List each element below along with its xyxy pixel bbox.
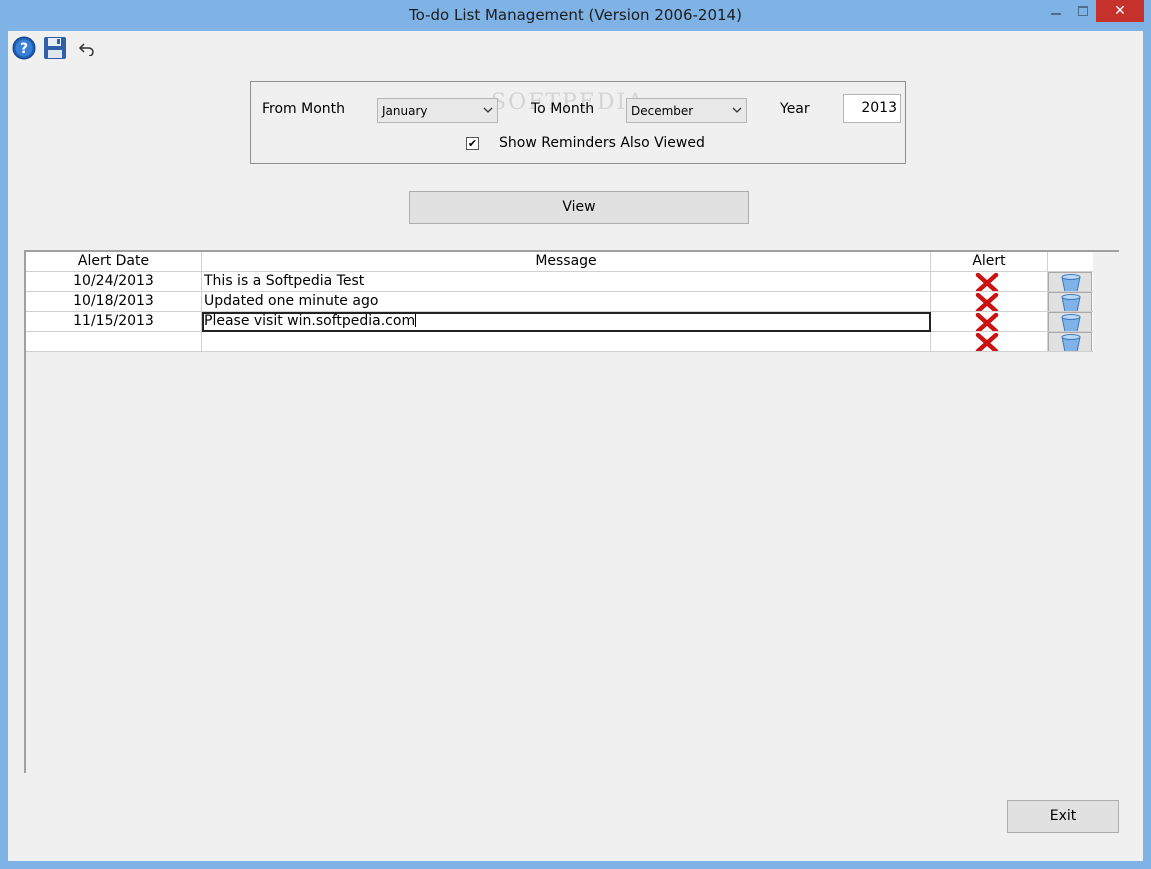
message-cell[interactable]: This is a Softpedia Test (202, 272, 931, 292)
delete-cell (1048, 312, 1093, 332)
close-button[interactable]: ✕ (1096, 0, 1144, 22)
minimize-button[interactable] (1043, 0, 1069, 22)
grid-header: Alert Date Message Alert (26, 252, 1093, 272)
bucket-icon (1061, 334, 1081, 351)
alert-x-icon[interactable] (975, 273, 999, 292)
from-month-label: From Month (262, 101, 346, 117)
year-input[interactable]: 2013 (843, 94, 901, 123)
app-window: To-do List Management (Version 2006-2014… (0, 0, 1151, 869)
alert-x-icon[interactable] (975, 333, 999, 352)
maximize-icon (1077, 6, 1088, 16)
message-text: Please visit win.softpedia.com (204, 313, 416, 329)
to-month-label: To Month (531, 101, 595, 117)
undo-icon[interactable] (78, 40, 96, 56)
show-reminders-label: Show Reminders Also Viewed (499, 135, 705, 151)
chevron-down-icon (732, 107, 742, 113)
delete-cell (1048, 332, 1093, 352)
alert-x-icon[interactable] (975, 293, 999, 312)
bucket-icon (1061, 314, 1081, 331)
message-cell[interactable]: Updated one minute ago (202, 292, 931, 312)
title-bar[interactable]: To-do List Management (Version 2006-2014… (0, 0, 1151, 31)
delete-cell (1048, 272, 1093, 292)
table-row[interactable]: 10/24/2013 This is a Softpedia Test (26, 272, 1093, 292)
close-icon: ✕ (1114, 3, 1126, 19)
delete-cell (1048, 292, 1093, 312)
column-header-alert[interactable]: Alert (931, 252, 1048, 272)
bucket-icon (1061, 274, 1081, 291)
alert-date-cell[interactable]: 10/18/2013 (26, 292, 202, 312)
from-month-value: January (382, 104, 428, 118)
from-month-select[interactable]: January (377, 98, 498, 123)
view-button[interactable]: View (409, 191, 749, 224)
maximize-button[interactable] (1069, 0, 1096, 22)
table-row[interactable]: 11/15/2013 Please visit win.softpedia.co… (26, 312, 1093, 332)
column-header-delete (1048, 252, 1093, 272)
alert-date-cell[interactable]: 10/24/2013 (26, 272, 202, 292)
chevron-down-icon (483, 107, 493, 113)
minimize-icon (1051, 13, 1061, 15)
column-header-alert-date[interactable]: Alert Date (26, 252, 202, 272)
alert-cell[interactable] (931, 312, 1048, 332)
column-header-message[interactable]: Message (202, 252, 931, 272)
filter-panel: SOFTPEDIA From Month January To Month De… (250, 81, 906, 164)
alert-date-cell[interactable] (26, 332, 202, 352)
to-month-select[interactable]: December (626, 98, 747, 123)
save-icon[interactable] (43, 36, 67, 60)
delete-button[interactable] (1048, 272, 1092, 291)
to-month-value: December (631, 104, 694, 118)
window-title: To-do List Management (Version 2006-2014… (409, 6, 742, 24)
delete-button[interactable] (1048, 292, 1092, 311)
message-cell-editing[interactable]: Please visit win.softpedia.com (202, 312, 931, 332)
reminders-grid: Alert Date Message Alert 10/24/2013 This… (24, 250, 1119, 773)
bucket-icon (1061, 294, 1081, 311)
year-label: Year (780, 101, 810, 117)
main-panel: ? SOFTPEDIA From Month January To Month … (8, 31, 1143, 861)
table-row[interactable]: 10/18/2013 Updated one minute ago (26, 292, 1093, 312)
alert-cell[interactable] (931, 292, 1048, 312)
alert-date-cell[interactable]: 11/15/2013 (26, 312, 202, 332)
help-icon[interactable]: ? (12, 36, 36, 60)
exit-button[interactable]: Exit (1007, 800, 1119, 833)
text-caret (415, 312, 417, 327)
delete-button[interactable] (1048, 332, 1092, 351)
alert-cell[interactable] (931, 272, 1048, 292)
delete-button[interactable] (1048, 312, 1092, 331)
show-reminders-checkbox[interactable]: ✔ (466, 137, 479, 150)
table-row[interactable] (26, 332, 1093, 352)
alert-x-icon[interactable] (975, 313, 999, 332)
message-cell[interactable] (202, 332, 931, 352)
svg-text:?: ? (20, 41, 28, 57)
alert-cell[interactable] (931, 332, 1048, 352)
